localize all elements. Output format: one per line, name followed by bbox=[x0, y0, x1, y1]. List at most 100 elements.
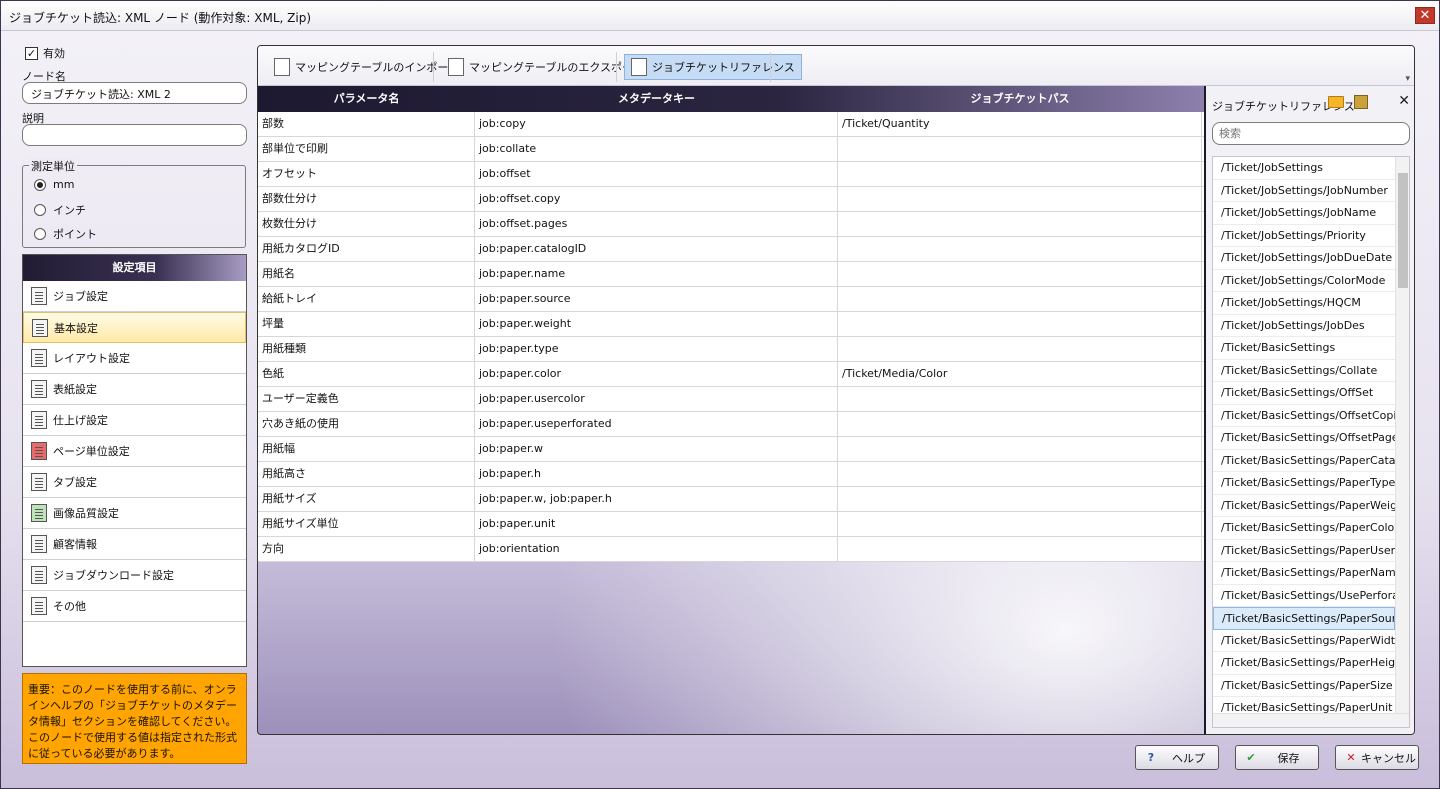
table-cell[interactable]: job:paper.h bbox=[475, 462, 838, 486]
table-row[interactable]: 方向 job:orientation bbox=[258, 537, 1204, 562]
table-cell[interactable]: job:paper.source bbox=[475, 287, 838, 311]
table-cell[interactable] bbox=[838, 537, 1202, 561]
radio-button[interactable] bbox=[34, 178, 46, 191]
table-cell[interactable]: job:orientation bbox=[475, 537, 838, 561]
table-row[interactable]: 用紙カタログID job:paper.catalogID bbox=[258, 237, 1204, 262]
settings-item-cover[interactable]: 表紙設定 bbox=[23, 374, 246, 405]
table-row[interactable]: 用紙名 job:paper.name bbox=[258, 262, 1204, 287]
reference-item[interactable]: /Ticket/BasicSettings/PaperHeight bbox=[1213, 652, 1395, 675]
table-cell[interactable]: 部数仕分け bbox=[258, 187, 475, 211]
reference-item[interactable]: /Ticket/BasicSettings/Collate bbox=[1213, 360, 1395, 382]
job-ticket-reference-button[interactable]: ジョブチケットリファレンス bbox=[624, 54, 802, 80]
table-cell[interactable]: job:offset bbox=[475, 162, 838, 186]
reference-item[interactable]: /Ticket/JobSettings/JobName bbox=[1213, 202, 1395, 225]
settings-item-download[interactable]: ジョブダウンロード設定 bbox=[23, 560, 246, 591]
table-cell[interactable]: 用紙幅 bbox=[258, 437, 475, 461]
table-cell[interactable]: 穴あき紙の使用 bbox=[258, 412, 475, 436]
reference-item[interactable]: /Ticket/BasicSettings/OffsetCopies bbox=[1213, 405, 1395, 427]
table-row[interactable]: 坪量 job:paper.weight bbox=[258, 312, 1204, 337]
table-cell[interactable]: 用紙種類 bbox=[258, 337, 475, 361]
table-cell[interactable]: job:paper.w bbox=[475, 437, 838, 461]
table-row[interactable]: ユーザー定義色 job:paper.usercolor bbox=[258, 387, 1204, 412]
close-window-button[interactable]: ✕ bbox=[1415, 7, 1435, 24]
unit-option-mm[interactable]: mm bbox=[34, 178, 74, 191]
cancel-button[interactable]: ✕ キャンセル bbox=[1335, 745, 1419, 770]
table-row[interactable]: 給紙トレイ job:paper.source bbox=[258, 287, 1204, 312]
table-cell[interactable]: オフセット bbox=[258, 162, 475, 186]
unit-option-inch[interactable]: インチ bbox=[34, 202, 86, 218]
table-cell[interactable] bbox=[838, 187, 1202, 211]
unit-option-point[interactable]: ポイント bbox=[34, 226, 97, 242]
reference-item[interactable]: /Ticket/BasicSettings/PaperType bbox=[1213, 472, 1395, 495]
table-row[interactable]: 用紙サイズ job:paper.w, job:paper.h bbox=[258, 487, 1204, 512]
node-name-input[interactable]: ジョブチケット読込: XML 2 bbox=[22, 82, 247, 104]
table-row[interactable]: 用紙高さ job:paper.h bbox=[258, 462, 1204, 487]
table-cell[interactable] bbox=[838, 237, 1202, 261]
reference-item[interactable]: /Ticket/BasicSettings/UsePerforated bbox=[1213, 585, 1395, 607]
radio-button[interactable] bbox=[34, 228, 46, 240]
import-mapping-button[interactable]: マッピングテーブルのインポート bbox=[268, 54, 465, 80]
table-cell[interactable]: 用紙サイズ単位 bbox=[258, 512, 475, 536]
table-row[interactable]: 用紙サイズ単位 job:paper.unit bbox=[258, 512, 1204, 537]
reference-item[interactable]: /Ticket/JobSettings/JobDes bbox=[1213, 315, 1395, 337]
settings-item-pages[interactable]: ページ単位設定 bbox=[23, 436, 246, 467]
table-row[interactable]: 用紙幅 job:paper.w bbox=[258, 437, 1204, 462]
table-cell[interactable]: 部単位で印刷 bbox=[258, 137, 475, 161]
table-cell[interactable] bbox=[838, 337, 1202, 361]
table-row[interactable]: オフセット job:offset bbox=[258, 162, 1204, 187]
reference-item[interactable]: /Ticket/JobSettings/HQCM bbox=[1213, 292, 1395, 315]
column-header-parameter[interactable]: パラメータ名 bbox=[258, 86, 475, 112]
table-cell[interactable]: 用紙高さ bbox=[258, 462, 475, 486]
table-cell[interactable]: 枚数仕分け bbox=[258, 212, 475, 236]
reference-item[interactable]: /Ticket/JobSettings/Priority bbox=[1213, 225, 1395, 247]
table-cell[interactable] bbox=[838, 212, 1202, 236]
table-cell[interactable]: 給紙トレイ bbox=[258, 287, 475, 311]
help-button[interactable]: ? ヘルプ bbox=[1135, 745, 1219, 770]
reference-item[interactable]: /Ticket/JobSettings/ColorMode bbox=[1213, 270, 1395, 292]
table-cell[interactable]: job:offset.pages bbox=[475, 212, 838, 236]
table-cell[interactable]: job:paper.w, job:paper.h bbox=[475, 487, 838, 511]
settings-item-layout[interactable]: レイアウト設定 bbox=[23, 343, 246, 374]
reference-item[interactable]: /Ticket/JobSettings/JobDueDate bbox=[1213, 247, 1395, 270]
enabled-checkbox-row[interactable]: ✓ 有効 bbox=[25, 45, 65, 61]
table-cell[interactable]: job:paper.useperforated bbox=[475, 412, 838, 436]
export-mapping-button[interactable]: マッピングテーブルのエクスポート bbox=[442, 54, 650, 80]
reference-item[interactable]: /Ticket/BasicSettings/OffsetPages bbox=[1213, 427, 1395, 450]
table-cell[interactable]: job:paper.usercolor bbox=[475, 387, 838, 411]
table-row[interactable]: 部単位で印刷 job:collate bbox=[258, 137, 1204, 162]
table-cell[interactable] bbox=[838, 287, 1202, 311]
table-cell[interactable]: /Ticket/Media/Color bbox=[838, 362, 1202, 386]
vertical-scrollbar[interactable] bbox=[1395, 157, 1409, 713]
folder-open-icon[interactable] bbox=[1328, 96, 1344, 108]
table-cell[interactable]: 部数 bbox=[258, 112, 475, 136]
close-icon[interactable]: ✕ bbox=[1398, 93, 1410, 109]
table-cell[interactable]: job:paper.catalogID bbox=[475, 237, 838, 261]
reference-item[interactable]: /Ticket/BasicSettings bbox=[1213, 337, 1395, 360]
table-cell[interactable] bbox=[838, 487, 1202, 511]
reference-item[interactable]: /Ticket/BasicSettings/PaperUserColor bbox=[1213, 540, 1395, 562]
table-cell[interactable] bbox=[838, 312, 1202, 336]
horizontal-scrollbar[interactable] bbox=[1213, 713, 1409, 727]
table-cell[interactable]: 用紙サイズ bbox=[258, 487, 475, 511]
save-button[interactable]: ✔ 保存 bbox=[1235, 745, 1319, 770]
table-cell[interactable]: 方向 bbox=[258, 537, 475, 561]
table-cell[interactable]: 坪量 bbox=[258, 312, 475, 336]
table-cell[interactable]: 色紙 bbox=[258, 362, 475, 386]
table-row[interactable]: 用紙種類 job:paper.type bbox=[258, 337, 1204, 362]
table-row[interactable]: 穴あき紙の使用 job:paper.useperforated bbox=[258, 412, 1204, 437]
reference-item[interactable]: /Ticket/BasicSettings/PaperWeight bbox=[1213, 495, 1395, 517]
reference-item[interactable]: /Ticket/BasicSettings/PaperSize bbox=[1213, 675, 1395, 697]
table-cell[interactable]: job:collate bbox=[475, 137, 838, 161]
table-cell[interactable]: job:paper.unit bbox=[475, 512, 838, 536]
table-cell[interactable]: job:paper.type bbox=[475, 337, 838, 361]
description-input[interactable] bbox=[22, 124, 247, 146]
settings-item-basic[interactable]: 基本設定 bbox=[23, 312, 246, 343]
reference-item[interactable]: /Ticket/BasicSettings/OffSet bbox=[1213, 382, 1395, 405]
table-cell[interactable] bbox=[838, 137, 1202, 161]
table-cell[interactable]: job:paper.weight bbox=[475, 312, 838, 336]
table-cell[interactable] bbox=[838, 412, 1202, 436]
settings-item-job[interactable]: ジョブ設定 bbox=[23, 281, 246, 312]
reference-item[interactable]: /Ticket/BasicSettings/PaperName bbox=[1213, 562, 1395, 585]
table-cell[interactable] bbox=[838, 462, 1202, 486]
table-cell[interactable]: 用紙カタログID bbox=[258, 237, 475, 261]
